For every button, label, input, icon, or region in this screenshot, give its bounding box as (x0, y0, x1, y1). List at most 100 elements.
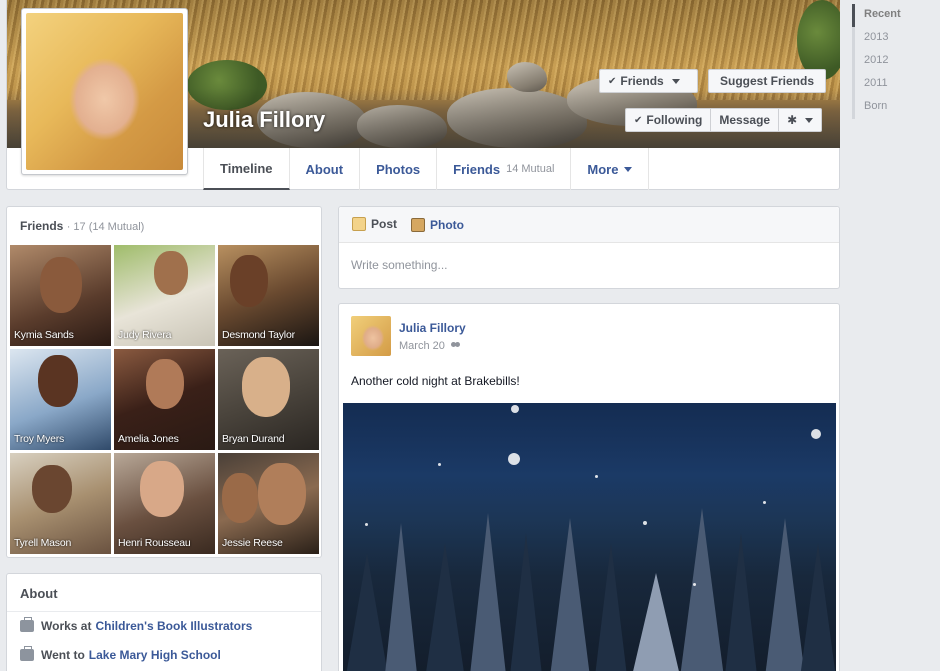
profile-picture-frame[interactable] (21, 8, 188, 175)
tab-photos[interactable]: Photos (360, 148, 438, 190)
chevron-down-icon (805, 117, 814, 123)
friend-name[interactable]: Judy Rivera (118, 329, 171, 341)
rail-item-born[interactable]: Born (855, 96, 940, 119)
snowflake (511, 405, 519, 413)
profile-picture[interactable] (26, 13, 183, 170)
friend-tile[interactable]: Desmond Taylor (218, 245, 319, 346)
friend-photo (38, 355, 78, 407)
friend-name[interactable]: Tyrell Mason (14, 537, 71, 549)
photo-tree (678, 508, 726, 671)
friend-tile[interactable]: Henri Rousseau (114, 453, 215, 554)
about-school-prefix: Went to (41, 648, 85, 662)
friend-name[interactable]: Henri Rousseau (118, 537, 191, 549)
photo-tree (628, 573, 684, 671)
snowflake (508, 453, 520, 465)
snowflake (643, 521, 647, 525)
photo-tree (593, 543, 629, 671)
check-icon: ✔ (608, 75, 617, 87)
post-photo[interactable] (343, 403, 836, 671)
friend-tile[interactable]: Judy Rivera (114, 245, 215, 346)
friend-photo (140, 461, 184, 517)
check-icon: ✔ (634, 114, 643, 126)
tab-more[interactable]: More (571, 148, 650, 190)
timeline-post: Julia Fillory March 20 Another cold nigh… (338, 303, 840, 671)
friend-tile[interactable]: Jessie Reese (218, 453, 319, 554)
friend-name[interactable]: Desmond Taylor (222, 329, 295, 341)
profile-actions: ✔ Following Message ✱ (625, 108, 823, 132)
friends-card-header: Friends · 17 (14 Mutual) (7, 207, 321, 241)
school-icon (20, 646, 34, 661)
rail-item-recent[interactable]: Recent (852, 4, 940, 27)
post-meta: March 20 (399, 340, 461, 352)
composer-tab-photo[interactable]: Photo (411, 207, 464, 243)
friend-name[interactable]: Jessie Reese (222, 537, 283, 549)
chevron-down-icon (671, 78, 680, 84)
post-author-name[interactable]: Julia Fillory (399, 321, 466, 335)
about-school-row: Went to Lake Mary High School (7, 641, 321, 670)
friends-grid: Kymia Sands Judy Rivera Desmond Taylor T… (10, 245, 319, 554)
friend-photo (258, 463, 306, 525)
friend-name[interactable]: Troy Myers (14, 433, 64, 445)
friend-tile[interactable]: Troy Myers (10, 349, 111, 450)
photo-tree (723, 533, 759, 671)
friends-audience-icon[interactable] (450, 341, 461, 351)
profile-tabs: Timeline About Photos Friends 14 Mutual … (203, 148, 650, 190)
tab-about[interactable]: About (290, 148, 361, 190)
rail-item-2013[interactable]: 2013 (855, 27, 940, 50)
snowflake (811, 429, 821, 439)
post-text: Another cold night at Brakebills! (351, 374, 520, 388)
about-work-row: Works at Children's Book Illustrators (7, 612, 321, 641)
composer-tab-post[interactable]: Post (352, 207, 397, 243)
rail-item-2011[interactable]: 2011 (855, 73, 940, 96)
friend-name[interactable]: Amelia Jones (118, 433, 179, 445)
friend-photo (32, 465, 72, 513)
friend-tile[interactable]: Amelia Jones (114, 349, 215, 450)
about-card-title[interactable]: About (7, 574, 321, 612)
friend-photo (40, 257, 82, 313)
rail-item-2012[interactable]: 2012 (855, 50, 940, 73)
message-button[interactable]: Message (711, 108, 780, 132)
friend-photo (154, 251, 188, 295)
composer-tab-label: Post (371, 216, 398, 231)
about-work-prefix: Works at (41, 619, 92, 633)
friend-tile[interactable]: Tyrell Mason (10, 453, 111, 554)
friends-button-label: Friends (620, 74, 664, 88)
settings-button[interactable]: ✱ (779, 108, 823, 132)
photo-tree (508, 533, 544, 671)
profile-name[interactable]: Julia Fillory (203, 107, 325, 133)
snowflake (438, 463, 441, 466)
about-card: About Works at Children's Book Illustrat… (6, 573, 322, 671)
friends-button[interactable]: ✔ Friends (599, 69, 698, 93)
composer-tabs: Post Photo (339, 207, 839, 243)
suggest-friends-button[interactable]: Suggest Friends (708, 69, 826, 93)
tab-friends[interactable]: Friends 14 Mutual (437, 148, 572, 190)
post-date[interactable]: March 20 (399, 340, 445, 352)
friend-tile[interactable]: Kymia Sands (10, 245, 111, 346)
friend-photo (230, 255, 268, 307)
snowflake (763, 501, 766, 504)
timeline-year-nav: Recent 2013 2012 2011 Born (852, 4, 940, 119)
friend-name[interactable]: Kymia Sands (14, 329, 74, 341)
friend-photo (242, 357, 290, 417)
employer-link[interactable]: Children's Book Illustrators (95, 619, 252, 633)
briefcase-icon (20, 617, 34, 632)
chevron-down-icon (624, 166, 633, 172)
post-icon (352, 216, 366, 231)
friends-card: Friends · 17 (14 Mutual) Kymia Sands Jud… (6, 206, 322, 558)
friends-count: · 17 (14 Mutual) (66, 221, 145, 233)
cover-bush (797, 0, 840, 80)
tab-label: Friends (453, 161, 501, 177)
profile-header: Julia Fillory ✔ Friends Suggest Friends … (6, 0, 840, 190)
following-button[interactable]: ✔ Following (625, 108, 712, 132)
friend-name[interactable]: Bryan Durand (222, 433, 285, 445)
friend-photo (146, 359, 184, 409)
friends-card-title[interactable]: Friends (20, 219, 63, 233)
friend-tile[interactable]: Bryan Durand (218, 349, 319, 450)
school-link[interactable]: Lake Mary High School (89, 648, 221, 662)
tab-timeline[interactable]: Timeline (203, 148, 290, 190)
composer-input[interactable]: Write something... (339, 243, 839, 287)
post-composer: Post Photo Write something... (338, 206, 840, 289)
gear-icon: ✱ (787, 113, 798, 127)
post-author-avatar[interactable] (351, 316, 391, 356)
photo-tree (423, 543, 467, 671)
